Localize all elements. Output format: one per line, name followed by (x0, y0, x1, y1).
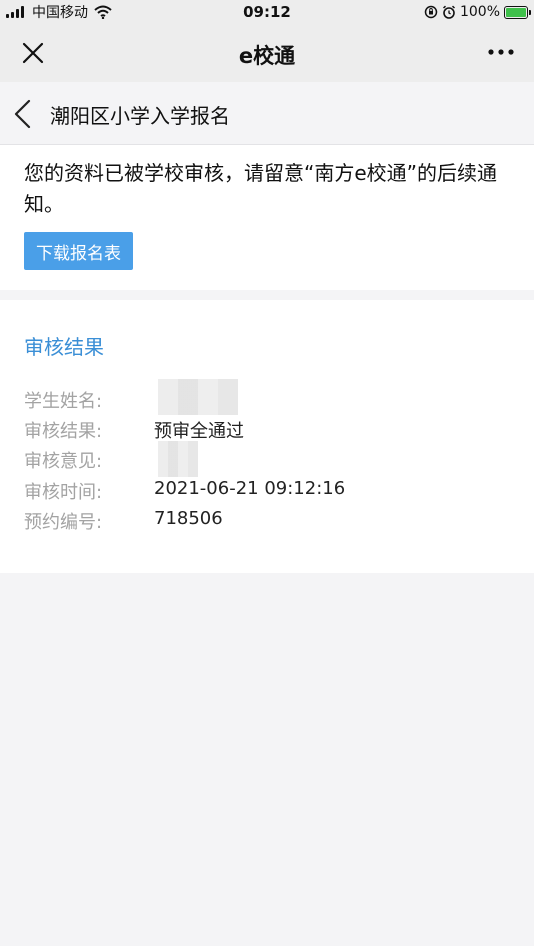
row-label: 审核时间: (24, 482, 103, 503)
rotation-lock-icon (424, 5, 438, 19)
sub-header: 潮阳区小学入学报名 (0, 82, 534, 145)
page-title: e校通 (238, 44, 296, 68)
sub-title: 潮阳区小学入学报名 (50, 104, 230, 128)
row-value: 预审全通过 (154, 421, 244, 442)
result-row-review-time: 审核时间: 2021-06-21 09:12:16 (24, 478, 514, 508)
result-row-review-opinion: 审核意见: (24, 447, 514, 477)
status-bar: 中国移动 09:12 100% (0, 0, 534, 24)
row-label: 学生姓名: (24, 391, 103, 412)
redacted-name (158, 379, 238, 415)
row-label: 审核意见: (24, 451, 103, 472)
row-value: 718506 (154, 508, 223, 529)
status-right: 100% (424, 3, 531, 21)
battery-label: 100% (459, 4, 500, 20)
notice-text: 您的资料已被学校审核，请留意“南方e校通”的后续通知。 (24, 161, 498, 216)
more-icon[interactable] (486, 44, 516, 60)
chevron-left-icon[interactable] (12, 98, 34, 130)
result-row-student-name: 学生姓名: (24, 387, 514, 417)
battery-icon (504, 5, 531, 19)
screen: 中国移动 09:12 100% e校通 潮阳区小学入学报名 您的资料已被学校审核… (0, 0, 534, 946)
result-title: 审核结果 (24, 335, 104, 359)
nav-bar: e校通 (0, 24, 534, 82)
row-value: 2021-06-21 09:12:16 (154, 478, 346, 499)
row-label: 审核结果: (24, 421, 103, 442)
download-form-button[interactable]: 下载报名表 (24, 232, 133, 270)
notice-section: 您的资料已被学校审核，请留意“南方e校通”的后续通知。 下载报名表 (0, 145, 534, 290)
result-section: 审核结果 学生姓名: 审核结果: 预审全通过 审核意见: 审核时间: 2021-… (0, 300, 534, 573)
row-label: 预约编号: (24, 512, 103, 533)
result-row-review-result: 审核结果: 预审全通过 (24, 417, 514, 447)
redacted-opinion (158, 441, 198, 477)
result-row-booking-number: 预约编号: 718506 (24, 508, 514, 538)
alarm-icon (442, 5, 455, 19)
